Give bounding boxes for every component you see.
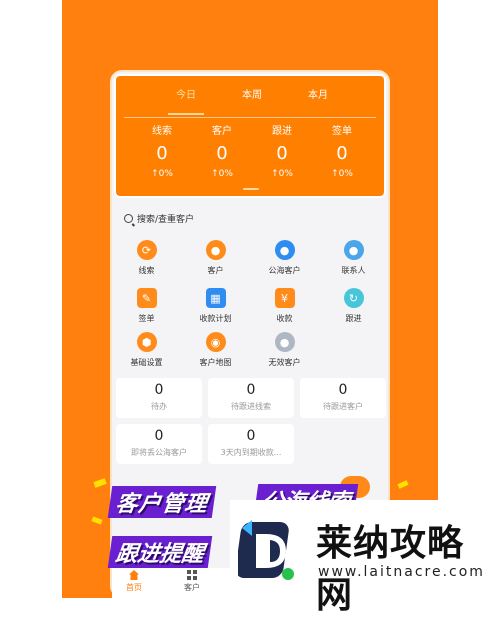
metric-label: 签单 [332,126,352,137]
metric-followups[interactable]: 跟进 0 ↑0% [256,122,308,179]
tab-this-week[interactable]: 本周 [232,86,272,101]
grid-item-label: 联系人 [341,266,366,275]
metric-change: ↑0% [331,169,353,179]
active-tab-indicator [168,113,204,115]
banner-followup-reminder: 跟进提醒 [107,536,213,568]
grid-item-customers[interactable]: ● 客户 [181,240,250,284]
grid-item-customer-map[interactable]: ◉ 客户地图 [181,332,250,376]
grid-item-payment-plan[interactable]: ▦ 收款计划 [181,288,250,332]
counter-value: 0 [154,382,164,398]
metric-label: 客户 [212,126,232,137]
metric-change: ↑0% [151,169,173,179]
metric-label: 跟进 [272,126,292,137]
metric-value: 0 [156,143,168,164]
grid-item-contacts[interactable]: ● 联系人 [319,240,388,284]
counter-label: 3天内到期收款... [220,448,282,457]
metric-leads[interactable]: 线索 0 ↑0% [136,122,188,179]
banner-customer-management: 客户管理 [107,486,217,518]
public-customer-icon: ● [274,240,295,260]
grid-item-label: 客户 [207,266,224,275]
invalid-customer-icon: ● [274,332,295,352]
grid-item-label: 签单 [138,314,155,323]
grid-item-invalid-customers[interactable]: ● 无效客户 [250,332,319,376]
counter-value: 0 [246,428,256,444]
counter-label: 待跟进线索 [231,402,271,411]
grid-item-label: 线索 [138,266,155,275]
grid-item-leads[interactable]: ⟳ 线索 [112,240,181,284]
site-logo-icon [238,520,294,580]
stats-panel: 今日 本周 本月 线索 0 ↑0% 客户 0 ↑0% 跟进 0 ↑0% 签单 0… [114,74,386,198]
settings-icon: ⬢ [136,332,157,352]
counter-value: 0 [154,428,164,444]
metric-value: 0 [216,143,228,164]
home-icon [129,570,139,580]
search-bar[interactable]: 搜索/查重客户 [124,212,194,225]
counter-label: 待办 [151,402,167,411]
nav-home[interactable]: 首页 [116,570,152,593]
followup-icon: ↻ [343,288,364,308]
nav-label: 首页 [126,583,142,592]
counter-value: 0 [338,382,348,398]
grid-item-label: 跟进 [345,314,362,323]
grid-item-label: 公海客户 [268,266,301,275]
grid-item-label: 基础设置 [130,358,163,367]
grid-item-public-customers[interactable]: ● 公海客户 [250,240,319,284]
grid-item-contracts[interactable]: ✎ 签单 [112,288,181,332]
watermark-url: www.laitnacre.com [318,564,485,580]
contract-icon: ✎ [136,288,157,308]
counter-losing-to-public[interactable]: 0 即将丢公海客户 [116,424,202,464]
grid-item-label: 无效客户 [268,358,301,367]
grid-icon [187,570,197,580]
payment-plan-icon: ▦ [205,288,226,308]
grid-item-payments[interactable]: ¥ 收款 [250,288,319,332]
period-tabs: 今日 本周 本月 [116,86,384,118]
metric-label: 线索 [152,126,172,137]
grid-item-label: 收款计划 [199,314,232,323]
customer-icon: ● [205,240,226,260]
search-label: 搜索/查重客户 [137,215,195,225]
counter-label: 待跟进客户 [323,402,363,411]
nav-customers[interactable]: 客户 [174,570,210,593]
page-indicator [243,188,259,190]
metric-customers[interactable]: 客户 0 ↑0% [196,122,248,179]
counter-due-payments[interactable]: 0 3天内到期收款... [208,424,294,464]
metric-contracts[interactable]: 签单 0 ↑0% [316,122,368,179]
counter-label: 即将丢公海客户 [131,448,187,457]
metric-value: 0 [276,143,288,164]
grid-item-followups[interactable]: ↻ 跟进 [319,288,388,332]
counter-pending-customers[interactable]: 0 待跟进客户 [300,378,386,418]
metric-value: 0 [336,143,348,164]
tabs-divider [124,117,376,118]
link-icon: ⟳ [136,240,157,260]
payment-icon: ¥ [274,288,295,308]
grid-item-label: 收款 [276,314,293,323]
map-pin-icon: ◉ [205,332,226,352]
grid-item-basic-settings[interactable]: ⬢ 基础设置 [112,332,181,376]
grid-item-label: 客户地图 [199,358,232,367]
search-icon [124,214,133,223]
counter-pending-leads[interactable]: 0 待跟进线索 [208,378,294,418]
contact-icon: ● [343,240,364,260]
metric-change: ↑0% [211,169,233,179]
nav-label: 客户 [184,583,200,592]
tab-today[interactable]: 今日 [166,86,206,101]
tab-this-month[interactable]: 本月 [298,86,338,101]
counter-todo[interactable]: 0 待办 [116,378,202,418]
metric-change: ↑0% [271,169,293,179]
counter-value: 0 [246,382,256,398]
